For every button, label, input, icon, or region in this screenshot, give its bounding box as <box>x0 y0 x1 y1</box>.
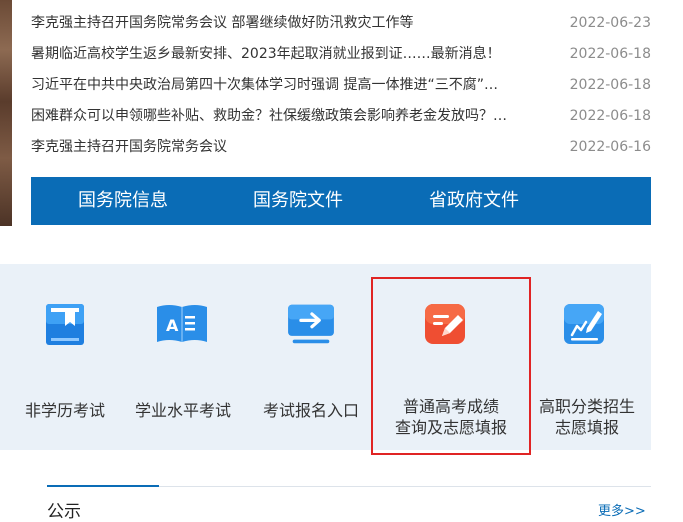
tab-state-council-info[interactable]: 国务院信息 <box>78 177 168 225</box>
tab-state-council-documents[interactable]: 国务院文件 <box>253 177 343 225</box>
news-title[interactable]: 困难群众可以申领哪些补贴、救助金？社保缓缴政策会影响养老金发放吗？… <box>31 103 536 129</box>
chart-pen-icon <box>564 304 604 344</box>
news-date: 2022-06-23 <box>569 15 651 31</box>
news-list: 李克强主持召开国务院常务会议 部署继续做好防汛救灾工作等 2022-06-23 … <box>31 10 651 165</box>
notice-tab-underline <box>47 485 159 487</box>
monitor-arrow-icon <box>288 304 334 344</box>
news-date: 2022-06-18 <box>569 46 651 62</box>
notice-section-title[interactable]: 公示 <box>47 497 81 522</box>
news-title[interactable]: 暑期临近高校学生返乡最新安排、2023年起取消就业报到证……最新消息！ <box>31 41 536 67</box>
service-label: 非学历考试 <box>24 401 105 420</box>
news-item[interactable]: 李克强主持召开国务院常务会议 2022-06-16 <box>31 134 651 165</box>
news-item[interactable]: 李克强主持召开国务院常务会议 部署继续做好防汛救灾工作等 2022-06-23 <box>31 10 651 41</box>
news-item[interactable]: 暑期临近高校学生返乡最新安排、2023年起取消就业报到证……最新消息！ 2022… <box>31 41 651 72</box>
service-label-line1: 高职分类招生 <box>538 397 635 416</box>
news-item[interactable]: 习近平在中共中央政治局第四十次集体学习时强调 提高一体推进“三不腐”… 2022… <box>31 72 651 103</box>
service-label-line2: 志愿填报 <box>554 418 619 437</box>
news-photo <box>0 0 12 226</box>
svg-text:A: A <box>166 316 179 335</box>
news-date: 2022-06-16 <box>569 139 651 155</box>
news-title[interactable]: 李克强主持召开国务院常务会议 <box>31 134 536 160</box>
service-vocational-enrollment[interactable]: 高职分类招生 志愿填报 <box>532 264 642 450</box>
news-title[interactable]: 李克强主持召开国务院常务会议 部署继续做好防汛救灾工作等 <box>31 10 536 36</box>
service-label-line1: 普通高考成绩 <box>402 397 499 416</box>
news-date: 2022-06-18 <box>569 77 651 93</box>
service-label: 学业水平考试 <box>134 401 231 420</box>
service-non-degree-exam[interactable]: 非学历考试 <box>10 264 120 450</box>
open-book-a-icon: A <box>157 305 207 342</box>
edit-note-icon <box>425 304 465 344</box>
news-title[interactable]: 习近平在中共中央政治局第四十次集体学习时强调 提高一体推进“三不腐”… <box>31 72 536 98</box>
tab-provincial-documents[interactable]: 省政府文件 <box>429 177 519 225</box>
service-label: 考试报名入口 <box>262 401 359 420</box>
book-flag-icon <box>46 304 84 345</box>
service-label-line2: 查询及志愿填报 <box>394 418 507 437</box>
news-date: 2022-06-18 <box>569 108 651 124</box>
service-panel: 非学历考试 A 学业水平考试 考试报名入口 普通高考成绩 查询及志愿填报 高职分… <box>0 264 651 450</box>
category-tab-bar: 国务院信息 国务院文件 省政府文件 <box>31 177 651 225</box>
service-academic-level-exam[interactable]: A 学业水平考试 <box>128 264 238 450</box>
service-exam-registration[interactable]: 考试报名入口 <box>256 264 366 450</box>
notice-more-link[interactable]: 更多>> <box>598 500 646 519</box>
service-gaokao-score-application[interactable]: 普通高考成绩 查询及志愿填报 <box>372 264 530 450</box>
news-item[interactable]: 困难群众可以申领哪些补贴、救助金？社保缓缴政策会影响养老金发放吗？… 2022-… <box>31 103 651 134</box>
